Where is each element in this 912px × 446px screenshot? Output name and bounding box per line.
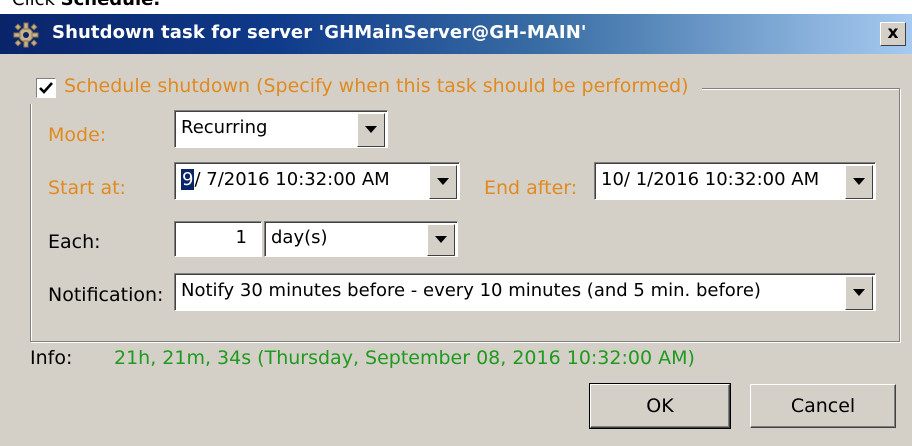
each-input[interactable]: 1 bbox=[174, 221, 262, 257]
title-bar: Shutdown task for server 'GHMainServer@G… bbox=[0, 14, 912, 54]
info-label: Info: bbox=[30, 347, 73, 369]
each-unit-select[interactable]: day(s) bbox=[264, 221, 458, 257]
notification-select[interactable]: Notify 30 minutes before - every 10 minu… bbox=[174, 273, 876, 311]
end-after-dropdown-button[interactable] bbox=[845, 165, 873, 199]
start-at-dropdown-button[interactable] bbox=[429, 165, 457, 199]
each-value: 1 bbox=[235, 227, 247, 248]
info-value: 21h, 21m, 34s (Thursday, September 08, 2… bbox=[114, 347, 695, 369]
cancel-button[interactable]: Cancel bbox=[750, 384, 896, 428]
start-at-picker[interactable]: 9/ 7/2016 10:32:00 AM bbox=[174, 162, 460, 200]
close-button[interactable]: x bbox=[880, 22, 906, 46]
start-at-value: / 7/2016 10:32:00 AM bbox=[194, 169, 390, 190]
start-at-label: Start at: bbox=[48, 177, 126, 199]
window-title: Shutdown task for server 'GHMainServer@G… bbox=[52, 22, 587, 43]
notification-dropdown-button[interactable] bbox=[845, 276, 873, 310]
shutdown-dialog: Shutdown task for server 'GHMainServer@G… bbox=[0, 14, 912, 446]
gear-icon bbox=[12, 21, 40, 49]
mode-select[interactable]: Recurring bbox=[174, 110, 388, 148]
start-at-selected-part[interactable]: 9 bbox=[181, 169, 195, 190]
schedule-label[interactable]: Schedule shutdown (Specify when this tas… bbox=[64, 75, 689, 97]
mode-dropdown-button[interactable] bbox=[357, 113, 385, 147]
mode-value: Recurring bbox=[181, 117, 268, 138]
each-unit-value: day(s) bbox=[271, 227, 328, 248]
notification-value: Notify 30 minutes before - every 10 minu… bbox=[181, 280, 761, 301]
ok-button[interactable]: OK bbox=[589, 383, 731, 429]
each-label: Each: bbox=[48, 231, 101, 253]
end-after-picker[interactable]: 10/ 1/2016 10:32:00 AM bbox=[594, 162, 876, 200]
instruction-text: Click Schedule. bbox=[12, 0, 160, 10]
each-unit-dropdown-button[interactable] bbox=[427, 224, 455, 256]
mode-label: Mode: bbox=[48, 124, 107, 146]
schedule-checkbox[interactable] bbox=[36, 78, 56, 98]
end-after-value: 10/ 1/2016 10:32:00 AM bbox=[601, 169, 820, 190]
end-after-label: End after: bbox=[484, 177, 578, 199]
checkmark-icon bbox=[39, 82, 53, 94]
notification-label: Notification: bbox=[48, 284, 164, 306]
